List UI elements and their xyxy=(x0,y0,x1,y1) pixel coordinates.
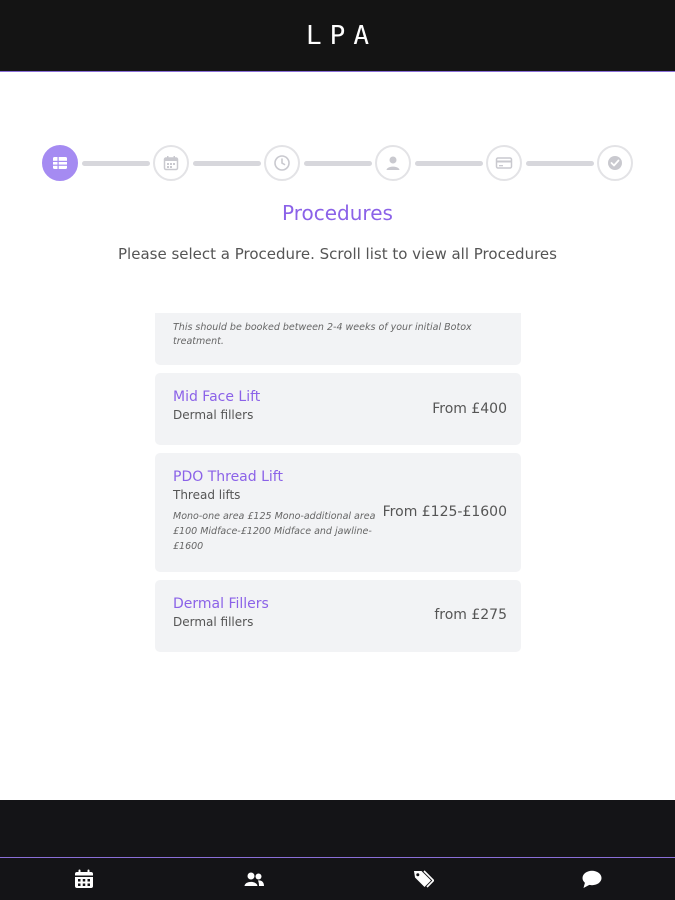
step-connector xyxy=(82,161,150,166)
procedure-category: Thread lifts xyxy=(173,488,241,502)
procedure-name: PDO Thread Lift xyxy=(173,469,283,485)
step-connector xyxy=(193,161,261,166)
procedure-note: This should be booked between 2-4 weeks … xyxy=(173,322,472,347)
list-icon xyxy=(53,157,67,169)
step-date[interactable] xyxy=(153,145,189,181)
nav-staff[interactable] xyxy=(241,866,267,892)
procedure-note: Mono-one area £125 Mono-additional area … xyxy=(173,511,376,552)
booking-stepper xyxy=(42,145,634,181)
nav-offers[interactable] xyxy=(410,866,436,892)
tags-icon xyxy=(414,870,434,888)
step-details[interactable] xyxy=(375,145,411,181)
procedure-price: from £275 xyxy=(434,607,507,623)
calendar-icon xyxy=(75,869,93,888)
step-connector xyxy=(415,161,483,166)
clock-icon xyxy=(274,155,290,171)
step-confirm[interactable] xyxy=(597,145,633,181)
procedure-card-partial[interactable]: This should be booked between 2-4 weeks … xyxy=(155,313,521,365)
procedure-card[interactable]: Mid Face Lift Dermal fillers From £400 xyxy=(155,373,521,445)
step-connector xyxy=(304,161,372,166)
chat-icon xyxy=(582,870,602,888)
page-subtitle: Please select a Procedure. Scroll list t… xyxy=(118,245,557,263)
user-icon xyxy=(386,156,400,170)
procedure-card[interactable]: PDO Thread Lift Thread lifts Mono-one ar… xyxy=(155,453,521,572)
users-icon xyxy=(244,872,264,886)
procedure-card[interactable]: Dermal Fillers Dermal fillers from £275 xyxy=(155,580,521,652)
credit-card-icon xyxy=(495,157,513,169)
nav-divider xyxy=(0,857,675,858)
nav-bookings[interactable] xyxy=(71,866,97,892)
nav-messages[interactable] xyxy=(579,866,605,892)
top-bar: LPA xyxy=(0,0,675,72)
procedure-list[interactable]: This should be booked between 2-4 weeks … xyxy=(155,313,521,660)
procedure-price: From £400 xyxy=(432,401,507,417)
step-connector xyxy=(526,161,594,166)
calendar-icon xyxy=(163,156,179,171)
app-title: LPA xyxy=(306,20,377,51)
check-circle-icon xyxy=(608,156,622,170)
step-time[interactable] xyxy=(264,145,300,181)
procedure-price: From £125-£1600 xyxy=(382,504,507,520)
step-payment[interactable] xyxy=(486,145,522,181)
bottom-nav xyxy=(0,800,675,900)
step-procedure[interactable] xyxy=(42,145,78,181)
page-title: Procedures xyxy=(282,201,393,225)
